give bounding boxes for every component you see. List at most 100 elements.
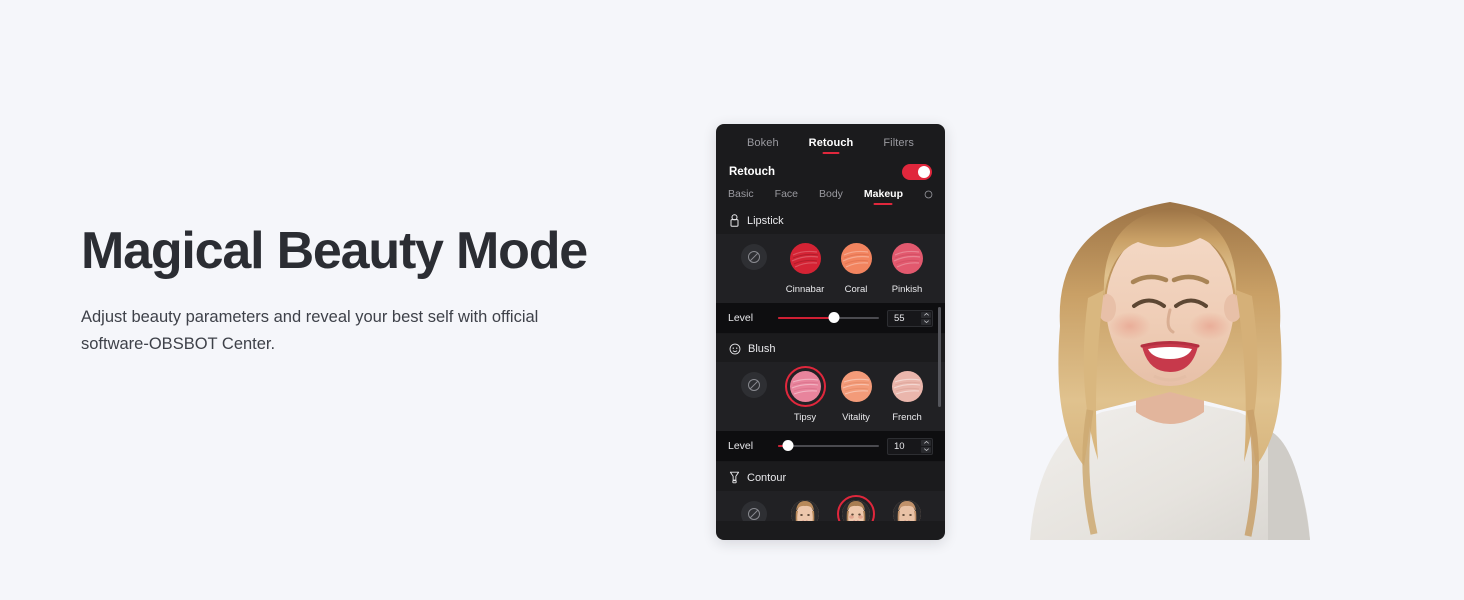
- blush-swatch-tipsy[interactable]: Tipsy: [781, 366, 829, 423]
- section-header-contour: Contour: [716, 462, 945, 491]
- hero-subtitle: Adjust beauty parameters and reveal your…: [81, 308, 539, 353]
- lipstick-level-slider[interactable]: [778, 311, 879, 325]
- no-color-icon: [748, 508, 760, 520]
- no-color-icon: [748, 379, 760, 391]
- blush-name-0: Tipsy: [793, 412, 817, 423]
- retouch-label: Retouch: [729, 166, 775, 178]
- lipstick-level-stepper[interactable]: [921, 311, 931, 325]
- retouch-toggle-row: Retouch: [716, 156, 945, 182]
- circle-more-icon: [924, 190, 933, 199]
- stepper-down-button[interactable]: [921, 318, 931, 325]
- stepper-up-button[interactable]: [921, 311, 931, 318]
- lipstick-none-cell[interactable]: [730, 238, 778, 270]
- chevron-down-icon: [923, 320, 929, 323]
- contour-brush-icon: [729, 471, 740, 484]
- lipstick-color-0[interactable]: [789, 243, 821, 274]
- section-header-lipstick: Lipstick: [716, 205, 945, 234]
- lipstick-name-1: Coral: [844, 284, 868, 295]
- blush-swatch-wrap-1: [836, 366, 877, 407]
- lipstick-swatch-coral[interactable]: Coral: [832, 238, 880, 295]
- slider-thumb[interactable]: [828, 312, 840, 323]
- makeup-scroll-area[interactable]: Lipstick Cinnabar Coral Pinkish Level 55…: [716, 205, 945, 521]
- blush-color-1[interactable]: [840, 371, 872, 402]
- section-title-blush: Blush: [748, 343, 776, 355]
- makeup-subtabs: Basic Face Body Makeup: [716, 182, 945, 205]
- lipstick-level-input[interactable]: 55: [887, 309, 933, 327]
- blush-face-icon: [729, 343, 741, 355]
- lipstick-color-2[interactable]: [891, 243, 923, 274]
- contour-style-3-cell[interactable]: [883, 495, 931, 521]
- contour-none-button[interactable]: [741, 501, 767, 521]
- blush-level-slider[interactable]: [778, 439, 879, 453]
- beauty-control-panel: Bokeh Retouch Filters Retouch Basic Face…: [716, 124, 945, 540]
- blush-swatch-row: Tipsy Vitality French: [716, 362, 945, 431]
- blush-level-stepper[interactable]: [921, 439, 931, 453]
- swatch-texture: [842, 250, 869, 268]
- contour-face-thumb-0[interactable]: [791, 500, 819, 521]
- page-title: Magical Beauty Mode: [81, 222, 588, 280]
- lipstick-swatch-wrap-1: [836, 238, 877, 279]
- blush-swatch-french[interactable]: French: [883, 366, 931, 423]
- lipstick-level-row: Level 55: [716, 303, 945, 333]
- toggle-knob: [918, 166, 930, 178]
- swatch-texture: [842, 378, 869, 395]
- contour-face-wrap-2: [888, 495, 926, 521]
- contour-face-row: [716, 491, 945, 521]
- panel-tabbar: Bokeh Retouch Filters: [716, 124, 945, 156]
- contour-style-1-cell[interactable]: [781, 495, 829, 521]
- blush-level-input[interactable]: 10: [887, 437, 933, 455]
- blush-color-2[interactable]: [891, 371, 923, 402]
- no-color-icon: [748, 251, 760, 263]
- portrait-photo: [968, 130, 1372, 540]
- stepper-up-button[interactable]: [921, 439, 931, 446]
- lipstick-level-label: Level: [728, 312, 754, 324]
- section-title-contour: Contour: [747, 471, 787, 484]
- face-thumbnail: [791, 500, 819, 521]
- chevron-up-icon: [923, 313, 929, 316]
- contour-face-wrap-1: [837, 495, 875, 521]
- blush-swatch-wrap-0: [784, 366, 826, 407]
- contour-face-thumb-1[interactable]: [842, 500, 870, 521]
- chevron-down-icon: [923, 448, 929, 451]
- blush-swatch-vitality[interactable]: Vitality: [832, 366, 880, 423]
- blush-name-2: French: [892, 412, 922, 423]
- lipstick-none-button[interactable]: [741, 244, 767, 270]
- subtab-makeup[interactable]: Makeup: [864, 188, 903, 205]
- blush-swatch-wrap-2: [887, 366, 928, 407]
- contour-none-cell[interactable]: [730, 501, 778, 521]
- blush-none-button[interactable]: [741, 372, 767, 398]
- blush-level-value: 10: [894, 440, 905, 452]
- swatch-texture: [893, 378, 920, 395]
- lipstick-swatch-pinkish[interactable]: Pinkish: [883, 238, 931, 295]
- stepper-down-button[interactable]: [921, 446, 931, 453]
- lipstick-swatch-cinnabar[interactable]: Cinnabar: [781, 238, 829, 295]
- subtab-basic[interactable]: Basic: [728, 188, 754, 205]
- lipstick-swatch-wrap-2: [887, 238, 928, 279]
- lipstick-color-1[interactable]: [840, 243, 872, 274]
- swatch-texture: [893, 250, 920, 268]
- contour-style-2-cell[interactable]: [832, 495, 880, 521]
- lipstick-swatch-row: Cinnabar Coral Pinkish: [716, 234, 945, 303]
- tab-bokeh[interactable]: Bokeh: [747, 137, 779, 154]
- hero-page: Magical Beauty Mode Adjust beauty parame…: [0, 0, 1464, 600]
- blush-color-0[interactable]: [789, 371, 821, 402]
- contour-face-wrap-0: [786, 495, 824, 521]
- face-thumbnail: [842, 500, 870, 521]
- contour-face-thumb-2[interactable]: [893, 500, 921, 521]
- tab-retouch[interactable]: Retouch: [809, 137, 854, 154]
- more-options-button[interactable]: [924, 190, 933, 203]
- slider-thumb[interactable]: [782, 440, 794, 451]
- lipstick-name-2: Pinkish: [891, 284, 923, 295]
- lipstick-level-value: 55: [894, 312, 905, 324]
- panel-scrollbar[interactable]: [938, 307, 941, 407]
- hero-copy: Magical Beauty Mode Adjust beauty parame…: [81, 222, 641, 358]
- blush-level-label: Level: [728, 440, 754, 452]
- subtab-body[interactable]: Body: [819, 188, 843, 205]
- blush-none-cell[interactable]: [730, 366, 778, 398]
- subtab-face[interactable]: Face: [775, 188, 798, 205]
- face-thumbnail: [893, 500, 921, 521]
- tab-filters[interactable]: Filters: [883, 137, 914, 154]
- lipstick-name-0: Cinnabar: [785, 284, 825, 295]
- retouch-toggle[interactable]: [902, 164, 932, 180]
- lipstick-swatch-wrap-0: [785, 238, 826, 279]
